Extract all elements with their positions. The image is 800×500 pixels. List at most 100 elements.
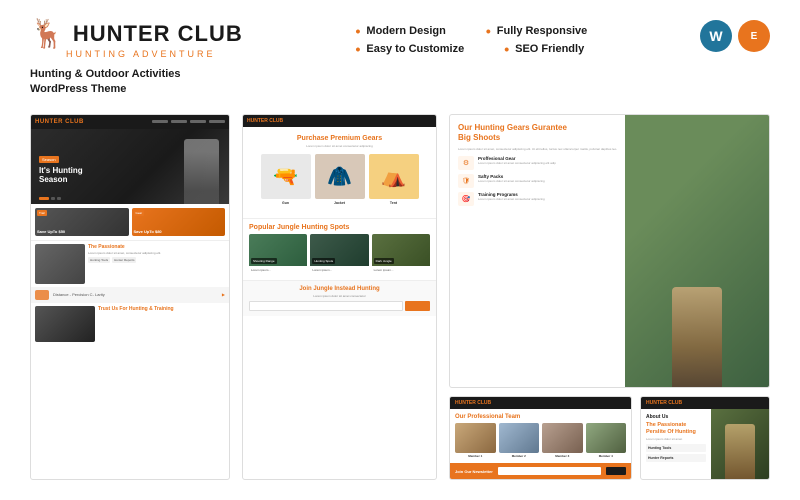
feature-text: Training Programs Lorem ipsum dolor sit … xyxy=(478,192,617,201)
team-content: Our Professional Team Member 1 Member 2 xyxy=(450,409,631,463)
section-desc: Lorem ipsum dolor sit amet, consectetur … xyxy=(88,251,225,255)
card-image-orange: Gear Save UpTo $80 xyxy=(132,208,226,236)
main-container: 🦌 HUNTER CLUB Hunting Adventure Hunting … xyxy=(0,0,800,500)
title-end: & Training xyxy=(148,306,174,312)
spot-card-1: Shooting Range Lorem ipsum... xyxy=(249,234,307,274)
preview-right-top: Our Hunting Gears Gurantee Big Shoots Lo… xyxy=(449,114,770,388)
newsletter-section: Join Our Newsletter xyxy=(450,463,631,479)
premium-title: Purchase Premium Gears xyxy=(249,135,430,142)
left-navbar: HUNTER CLUB xyxy=(31,115,229,129)
feature-text: Proffesional Gear Lorem ipsum dolor sit … xyxy=(478,156,617,165)
spot-label: Hunting Spots xyxy=(312,258,335,264)
about-navbar: HUNTER CLUB xyxy=(641,397,769,409)
last-title: Trust Us For Hunting & Training xyxy=(98,306,225,313)
mini-card-title-2: Hunter Reports xyxy=(648,456,704,460)
about-text-column: About Us The Passionate Perslite Of Hunt… xyxy=(641,409,711,479)
slider-dots xyxy=(39,197,61,200)
team-preview: HUNTER CLUB Our Professional Team Member… xyxy=(449,396,632,480)
title-highlight: Gears xyxy=(507,123,530,132)
about-content: About Us The Passionate Perslite Of Hunt… xyxy=(641,409,769,479)
about-person-figure xyxy=(725,424,755,479)
theme-desc-line2: WordPress Theme xyxy=(30,83,126,95)
title-line3: Big Shoots xyxy=(458,133,500,142)
nav-dot xyxy=(190,120,206,123)
hero-title-line1: It's Hunting xyxy=(39,166,83,175)
title-plain: Trust Us For xyxy=(98,306,129,312)
features-list: ⚙ Proffesional Gear Lorem ipsum dolor si… xyxy=(458,156,617,206)
join-email-input[interactable] xyxy=(249,301,403,311)
feature-easy-customize: • Easy to Customize xyxy=(356,42,465,56)
spot-label: Shooting Range xyxy=(251,258,277,264)
spot-image-3: Dark Jungle xyxy=(372,234,430,266)
about-label: About Us xyxy=(646,414,706,420)
feature-modern-design: • Modern Design xyxy=(356,24,446,38)
mid-nav-logo: HUNTER CLUB xyxy=(247,118,283,124)
distance-bar: Distance - Percision C- Larity ▶ xyxy=(31,287,229,303)
newsletter-text: Join Our Newsletter xyxy=(455,469,493,474)
member-photo-3 xyxy=(542,423,583,453)
right-desc: Lorem ipsum dolor sit amet, consectetur … xyxy=(458,147,617,152)
premium-gears-section: Purchase Premium Gears Lorem ipsum dolor… xyxy=(243,127,436,213)
team-nav-logo: HUNTER CLUB xyxy=(455,400,491,406)
feature-row-2: 🛡 Safty Packs Lorem ipsum dolor sit amet… xyxy=(458,174,617,188)
about-desc: Lorem ipsum dolor sit amet xyxy=(646,437,706,441)
card-price: Save UpTo $50 xyxy=(37,229,65,234)
scope-icon xyxy=(35,290,49,300)
bullet-icon: • xyxy=(356,42,361,56)
member-photo-4 xyxy=(586,423,627,453)
newsletter-input[interactable] xyxy=(498,467,601,475)
right-text-column: Our Hunting Gears Gurantee Big Shoots Lo… xyxy=(450,115,625,387)
slider-dot-active xyxy=(39,197,49,200)
about-mini-cards: Hunting Tools Hunter Reports xyxy=(646,444,706,462)
team-title: Our Professional Team xyxy=(455,414,626,420)
card-tag: Trail xyxy=(37,210,47,216)
feature-label: SEO Friendly xyxy=(515,43,584,55)
title-line1: Our Hunting xyxy=(458,123,507,132)
last-section-image xyxy=(35,306,95,342)
member-name-4: Member 4 xyxy=(586,454,627,458)
section-content: The Passionate Lorem ipsum dolor sit ame… xyxy=(88,244,225,284)
product-image-tent: ⛺ xyxy=(369,154,419,199)
hunter-figure xyxy=(672,287,722,387)
product-card-jacket: 🧥 Jacket xyxy=(315,154,365,205)
join-desc: Lorem ipsum dolor sit amet consectetur xyxy=(249,294,430,298)
newsletter-button[interactable] xyxy=(606,467,626,475)
title-end: Hunting Spots xyxy=(300,224,350,231)
section-title: The Passionate xyxy=(88,244,225,251)
info-badge: Hunter Reports xyxy=(112,257,136,263)
logo-tagline: Hunting Adventure xyxy=(30,49,243,59)
spot-image-1: Shooting Range xyxy=(249,234,307,266)
last-section: Trust Us For Hunting & Training xyxy=(31,303,229,345)
bullet-icon: • xyxy=(504,42,509,56)
nav-dot xyxy=(209,120,225,123)
join-button[interactable] xyxy=(405,301,430,311)
mid-navbar: HUNTER CLUB xyxy=(243,115,436,127)
slider-dot xyxy=(51,197,55,200)
join-input-row xyxy=(249,301,430,311)
product-name: Tent xyxy=(369,201,419,205)
preview-right-bottom: HUNTER CLUB Our Professional Team Member… xyxy=(449,396,770,480)
arrow-icon: ▶ xyxy=(222,292,225,297)
member-name-2: Member 2 xyxy=(499,454,540,458)
features-row1: • Modern Design • Fully Responsive xyxy=(356,24,588,38)
team-members: Member 1 Member 2 Member 3 xyxy=(455,423,626,458)
hero-text: Season It's Hunting Season xyxy=(39,148,83,185)
member-photo-2 xyxy=(499,423,540,453)
mini-card-2: Hunter Reports xyxy=(646,454,706,462)
deer-icon: 🦌 xyxy=(30,20,65,48)
left-nav-logo: HUNTER CLUB xyxy=(35,119,84,125)
card-image: Trail Save UpTo $50 xyxy=(35,208,129,236)
title-highlight: Jungle xyxy=(277,224,300,231)
badge-section: W E xyxy=(700,20,770,52)
feature-subdesc: Lorem ipsum dolor sit amet consectetur a… xyxy=(478,197,617,201)
elementor-badge: E xyxy=(738,20,770,52)
info-row: Hunting Tools Hunter Reports xyxy=(88,257,225,263)
member-name-1: Member 1 xyxy=(455,454,496,458)
title-highlight: Hunting xyxy=(129,306,148,312)
about-subtitle: The Passionate Perslite Of Hunting xyxy=(646,422,706,435)
product-card-tent: ⛺ Tent xyxy=(369,154,419,205)
product-name: Gun xyxy=(261,201,311,205)
nav-dot xyxy=(171,120,187,123)
theme-desc-line1: Hunting & Outdoor Activities xyxy=(30,68,181,80)
product-card-gun: 🔫 Gun xyxy=(261,154,311,205)
